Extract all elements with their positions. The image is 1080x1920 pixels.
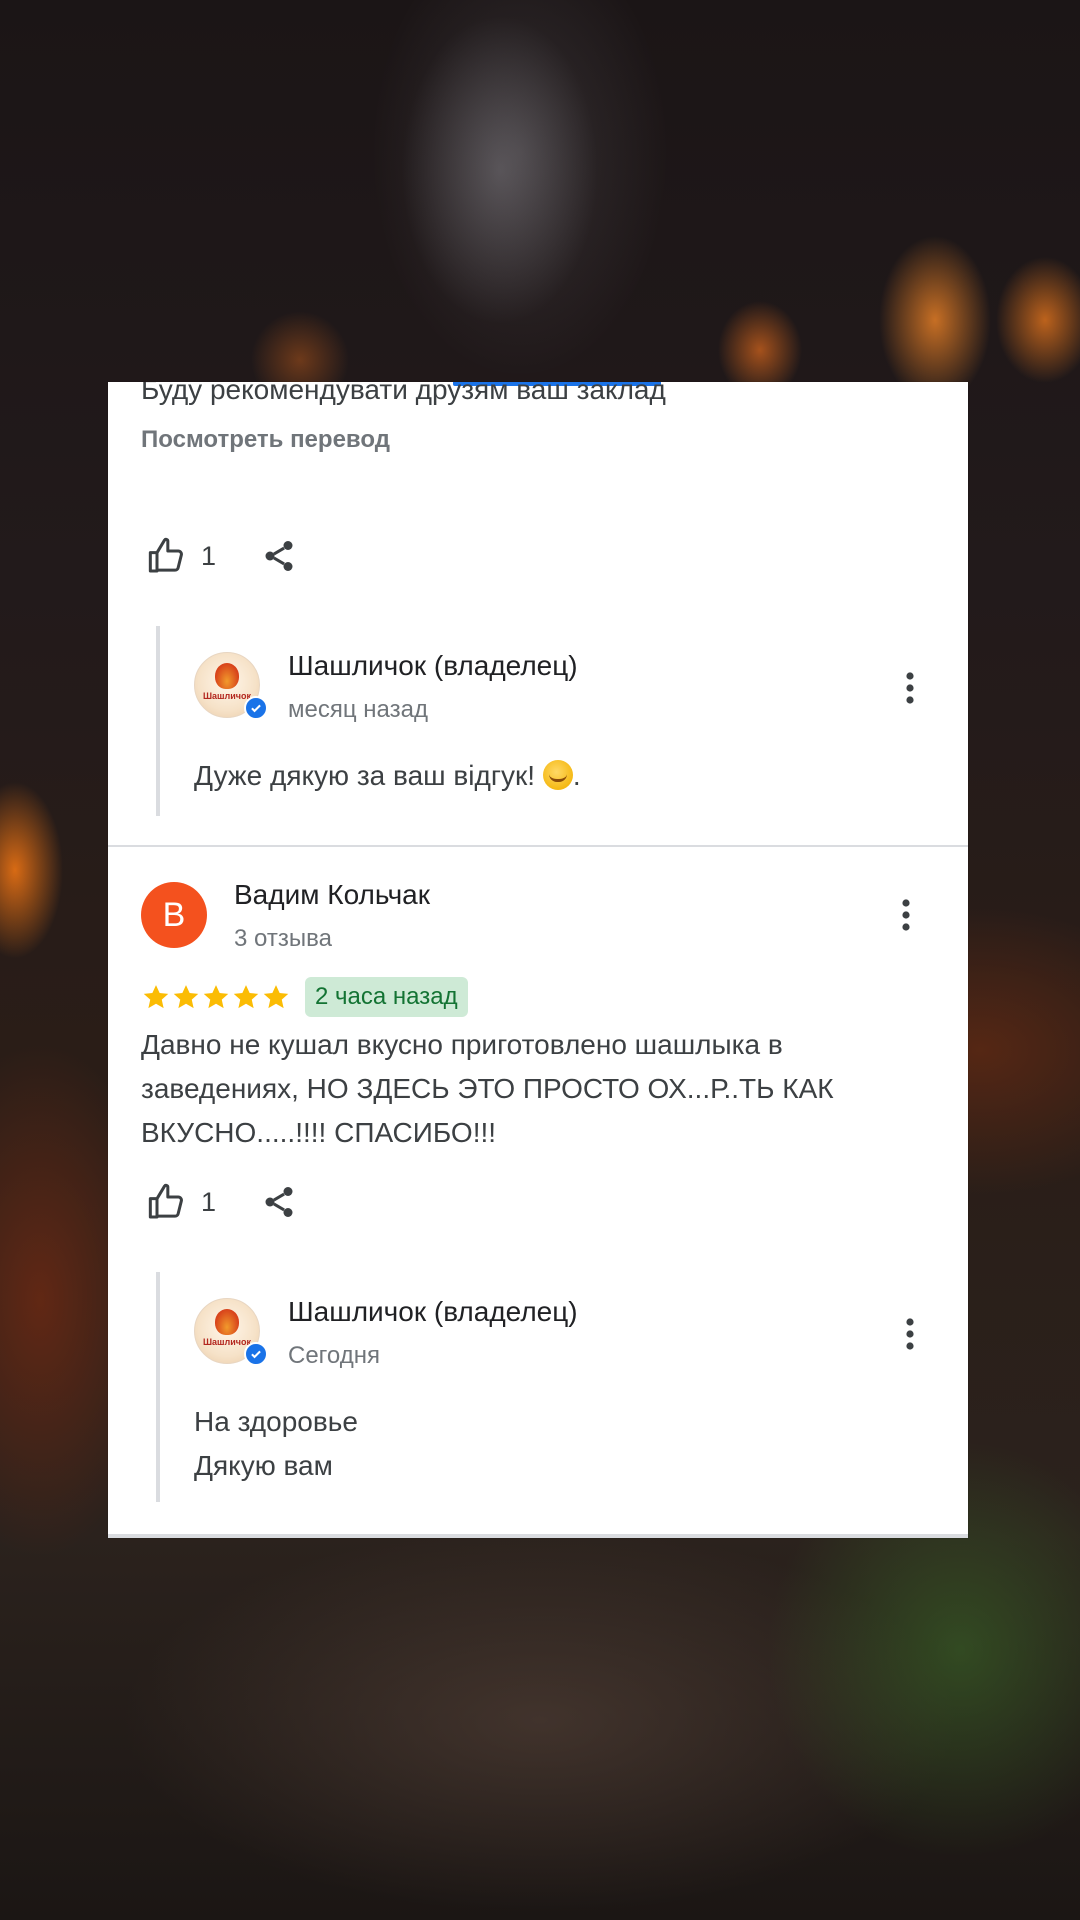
flame-logo-icon [215,1309,239,1335]
reply-time: Сегодня [288,1342,380,1369]
more-vert-icon[interactable] [900,668,920,708]
rating-row: 2 часа назад [141,977,468,1017]
reviewer-review-count[interactable]: 3 отзыва [234,925,332,953]
thumb-up-icon[interactable] [147,1182,187,1222]
reply-text-main: Дуже дякую за ваш відгук! [194,760,543,791]
background-smoke [370,0,670,380]
like-count: 1 [201,540,217,571]
owner-name[interactable]: Шашличок (владелец) [288,1296,578,1328]
smiling-face-emoji-icon [542,760,573,790]
card-bottom-divider [108,1534,968,1538]
review-text-truncated: Буду рекомендувати друзям ваш заклад [141,382,666,405]
like-count: 1 [201,1186,217,1217]
star-icon [173,985,199,1009]
reply-text-line-2: Дякую вам [194,1450,333,1481]
reply-time: месяц назад [288,696,428,723]
more-vert-icon[interactable] [896,895,916,935]
review-time-badge: 2 часа назад [305,977,468,1017]
avatar[interactable]: В [141,882,207,948]
verified-icon [244,696,268,720]
reply-text: Дуже дякую за ваш відгук! . [194,754,581,798]
star-icon [233,985,259,1009]
reviewer-name[interactable]: Вадим Кольчак [234,879,430,911]
owner-reply: Шашличок Шашличок (владелец) месяц назад… [156,626,950,816]
star-icon [263,985,289,1009]
review-actions: 1 [147,1180,297,1224]
verified-icon [244,1342,268,1366]
review-actions: 1 [147,534,297,578]
thumb-up-icon[interactable] [147,536,187,576]
share-icon[interactable] [261,538,297,574]
owner-reply: Шашличок Шашличок (владелец) Сегодня На … [156,1272,950,1502]
owner-logo-text: Шашличок [202,1337,252,1347]
star-rating [141,982,291,1012]
reviews-card[interactable]: Буду рекомендувати друзям ваш заклад Пос… [108,382,968,1538]
share-icon[interactable] [261,1184,297,1220]
star-icon [203,985,229,1009]
reply-text-suffix: . [572,760,581,791]
review-text: Давно не кушал вкусно приготовлено шашлы… [141,1029,834,1148]
view-translation-link[interactable]: Посмотреть перевод [141,426,390,454]
flame-logo-icon [215,663,239,689]
reply-text-line-1: На здоровье [194,1406,358,1437]
star-icon [143,985,169,1009]
review-item: В Вадим Кольчак 3 отзыва 2 часа назад Да… [108,847,968,1537]
more-vert-icon[interactable] [900,1314,920,1354]
owner-name[interactable]: Шашличок (владелец) [288,650,578,682]
owner-logo-text: Шашличок [202,691,252,701]
